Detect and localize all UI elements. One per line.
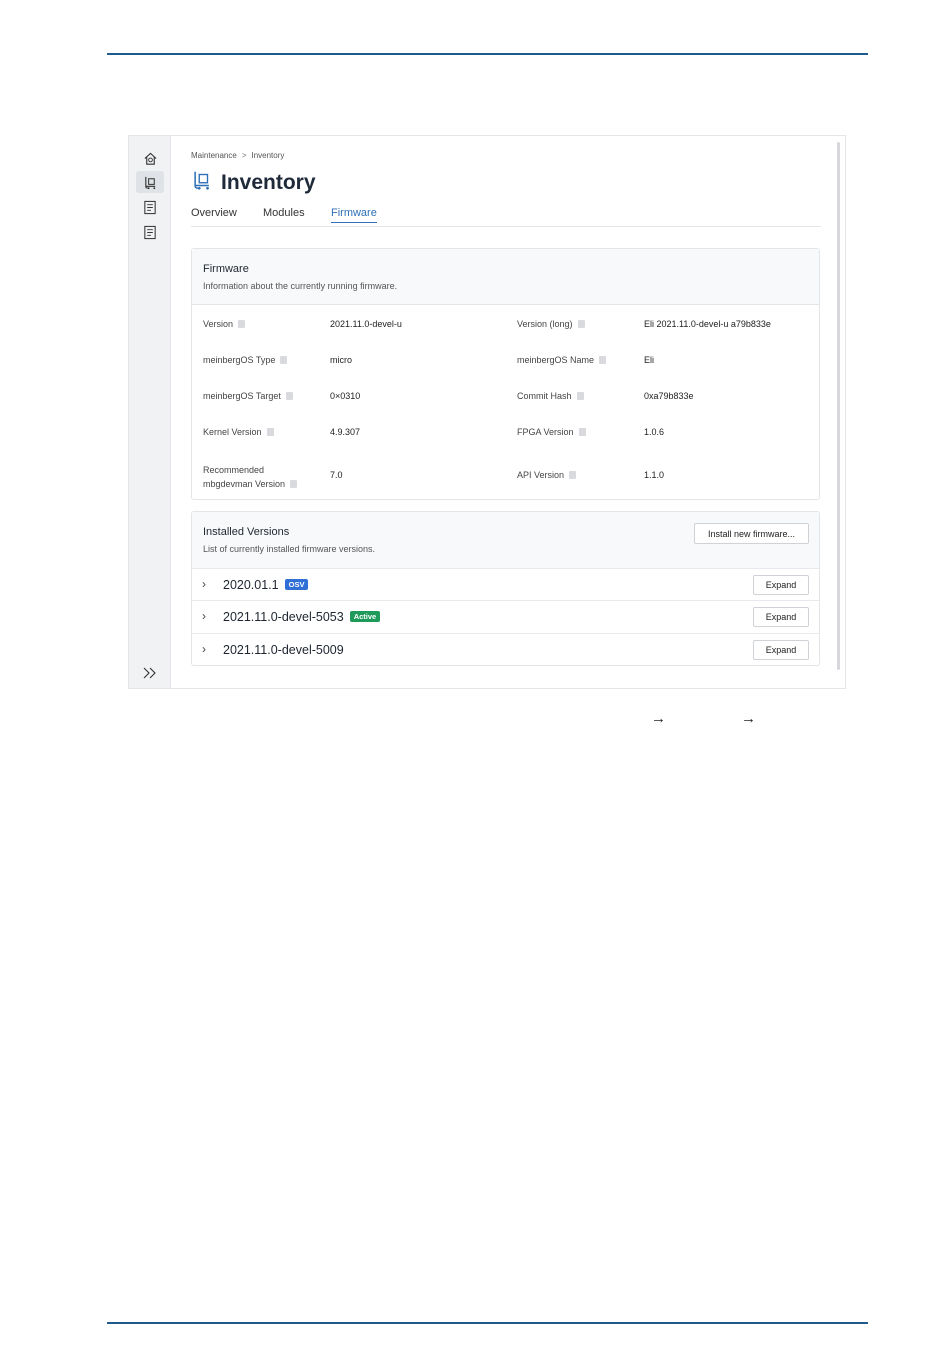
field-label: API Version xyxy=(517,470,577,480)
version-name: 2021.11.0-devel-5009 xyxy=(223,643,344,657)
field-value: 0×0310 xyxy=(330,391,361,401)
app-screenshot: Maintenance > Inventory Inventory Overview… xyxy=(128,135,846,689)
breadcrumb-maintenance[interactable]: Maintenance xyxy=(191,151,237,160)
home-icon[interactable] xyxy=(136,147,164,169)
osv-badge: OSV xyxy=(284,579,309,590)
sidebar xyxy=(129,136,171,688)
field-label: Commit Hash xyxy=(517,391,584,401)
info-icon[interactable] xyxy=(569,471,577,479)
scrollbar[interactable] xyxy=(837,142,840,670)
field-label: meinbergOS Type xyxy=(203,355,288,365)
field-label: Version xyxy=(203,319,246,329)
inventory-title-icon xyxy=(191,168,213,197)
arrow-right-icon: → xyxy=(651,710,666,727)
firmware-card-title: Firmware xyxy=(203,263,249,275)
firmware-card-subtitle: Information about the currently running … xyxy=(203,281,398,291)
installed-versions-subtitle: List of currently installed firmware ver… xyxy=(203,544,376,554)
breadcrumb: Maintenance > Inventory xyxy=(191,151,284,160)
firmware-card-header: Firmware Information about the currently… xyxy=(192,249,819,305)
tab-modules[interactable]: Modules xyxy=(263,207,305,219)
expand-button[interactable]: Expand xyxy=(753,575,809,595)
field-value: 0xa79b833e xyxy=(644,391,694,401)
field-label: FPGA Version xyxy=(517,427,586,437)
field-label: meinbergOS Name xyxy=(517,355,607,365)
info-icon[interactable] xyxy=(280,356,288,364)
installed-versions-title: Installed Versions xyxy=(203,526,290,538)
info-icon[interactable] xyxy=(238,320,246,328)
documents-icon[interactable] xyxy=(136,221,164,243)
info-icon[interactable] xyxy=(576,392,584,400)
inventory-icon[interactable] xyxy=(136,171,164,193)
footer-rule xyxy=(107,1322,868,1324)
log-icon[interactable] xyxy=(136,196,164,218)
field-value: 4.9.307 xyxy=(330,427,361,437)
chevron-right-icon[interactable]: › xyxy=(202,642,206,656)
expand-button[interactable]: Expand xyxy=(753,607,809,627)
info-icon[interactable] xyxy=(578,428,586,436)
install-firmware-button[interactable]: Install new firmware... xyxy=(694,523,809,544)
version-row[interactable]: › 2021.11.0-devel-5053 Active Expand xyxy=(192,600,819,633)
field-value: Eli 2021.11.0-devel-u a79b833e xyxy=(644,319,771,329)
tab-overview[interactable]: Overview xyxy=(191,207,237,219)
installed-versions-card: Installed Versions List of currently ins… xyxy=(191,511,820,666)
field-label: Recommended mbgdevman Version xyxy=(203,463,298,491)
field-label: meinbergOS Target xyxy=(203,391,293,401)
info-icon[interactable] xyxy=(599,356,607,364)
info-icon[interactable] xyxy=(266,428,274,436)
chevron-right-icon: > xyxy=(241,151,247,160)
field-value: 7.0 xyxy=(330,470,343,480)
tab-firmware[interactable]: Firmware xyxy=(331,207,377,223)
arrow-right-icon: → xyxy=(741,710,756,727)
info-icon[interactable] xyxy=(290,480,298,488)
chevron-right-icon[interactable]: › xyxy=(202,609,206,623)
info-icon[interactable] xyxy=(285,392,293,400)
expand-button[interactable]: Expand xyxy=(753,640,809,660)
page-title: Inventory xyxy=(221,170,316,194)
version-row[interactable]: › 2021.11.0-devel-5009 Expand xyxy=(192,633,819,666)
field-value: Eli xyxy=(644,355,655,365)
version-row[interactable]: › 2020.01.1 OSV Expand xyxy=(192,568,819,601)
field-value: 1.0.6 xyxy=(644,427,665,437)
expand-sidebar-icon[interactable] xyxy=(136,662,164,684)
page-header: Inventory xyxy=(191,168,316,197)
field-label: Kernel Version xyxy=(203,427,274,437)
field-value: 2021.11.0-devel-u xyxy=(330,319,402,329)
tab-bar: Overview Modules Firmware xyxy=(191,206,821,227)
field-value: micro xyxy=(330,355,352,365)
chevron-right-icon[interactable]: › xyxy=(202,577,206,591)
active-badge: Active xyxy=(349,611,381,622)
version-name: 2020.01.1 OSV xyxy=(223,578,309,592)
field-label: Version (long) xyxy=(517,319,585,329)
field-value: 1.1.0 xyxy=(644,470,665,480)
installed-versions-header: Installed Versions List of currently ins… xyxy=(192,512,819,568)
header-rule xyxy=(107,53,868,55)
firmware-card: Firmware Information about the currently… xyxy=(191,248,820,500)
breadcrumb-inventory: Inventory xyxy=(251,151,285,160)
version-name: 2021.11.0-devel-5053 Active xyxy=(223,610,381,624)
info-icon[interactable] xyxy=(577,320,585,328)
